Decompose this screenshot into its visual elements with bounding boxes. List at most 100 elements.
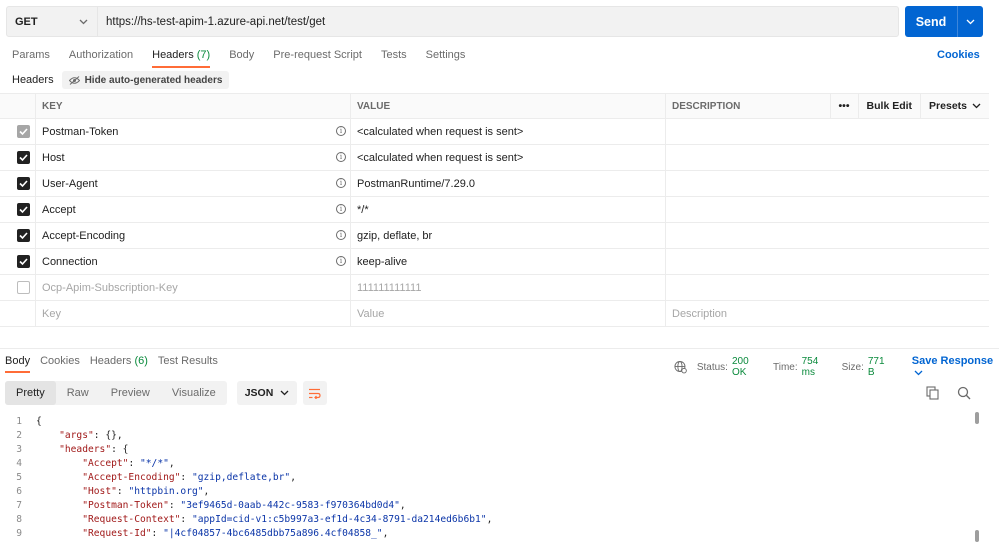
row-checkbox[interactable] bbox=[17, 281, 30, 294]
check-column-header bbox=[0, 94, 35, 118]
new-header-row: Key Value Description bbox=[0, 301, 989, 327]
copy-icon[interactable] bbox=[926, 386, 940, 400]
view-raw[interactable]: Raw bbox=[56, 381, 100, 405]
pane-divider[interactable] bbox=[0, 348, 999, 349]
header-description[interactable] bbox=[665, 119, 989, 144]
size-label: Size: bbox=[841, 361, 864, 373]
table-row: Accept i */* bbox=[0, 197, 989, 223]
description-column-header: DESCRIPTION ••• Bulk Edit Presets bbox=[665, 94, 989, 118]
tab-params[interactable]: Params bbox=[12, 48, 50, 68]
chevron-down-icon bbox=[79, 19, 88, 24]
header-description[interactable] bbox=[665, 171, 989, 196]
header-value[interactable]: 111111111111 bbox=[350, 275, 665, 300]
new-key-input[interactable]: Key bbox=[35, 301, 350, 326]
header-key: Postman-Token bbox=[42, 125, 119, 138]
chevron-down-icon bbox=[280, 390, 289, 396]
info-icon: i bbox=[336, 126, 346, 136]
header-value[interactable]: gzip, deflate, br bbox=[350, 223, 665, 248]
code-text: { bbox=[36, 415, 42, 427]
row-checkbox[interactable] bbox=[17, 151, 30, 164]
tab-headers[interactable]: Headers (7) bbox=[152, 48, 211, 68]
status-value[interactable]: 200 OK bbox=[732, 356, 763, 378]
new-value-input[interactable]: Value bbox=[350, 301, 665, 326]
table-actions: ••• Bulk Edit Presets bbox=[829, 94, 990, 118]
tab-response-body[interactable]: Body bbox=[5, 355, 31, 373]
search-icon[interactable] bbox=[957, 386, 971, 400]
presets-dropdown[interactable]: Presets bbox=[920, 94, 989, 118]
code-line: 2 "args": {}, bbox=[0, 428, 970, 442]
url-bar: GET https://hs-test-apim-1.azure-api.net… bbox=[6, 6, 899, 37]
format-select[interactable]: JSON bbox=[236, 381, 297, 405]
send-button[interactable]: Send bbox=[905, 6, 983, 37]
view-pretty[interactable]: Pretty bbox=[5, 381, 56, 405]
header-key: Ocp-Apim-Subscription-Key bbox=[42, 281, 178, 294]
check-icon bbox=[19, 154, 28, 162]
code-text: "headers": { bbox=[59, 443, 129, 455]
more-options-button[interactable]: ••• bbox=[829, 94, 858, 118]
headers-table: KEY VALUE DESCRIPTION ••• Bulk Edit Pres… bbox=[0, 93, 989, 327]
table-row: Connection i keep-alive bbox=[0, 249, 989, 275]
row-checkbox[interactable] bbox=[17, 125, 30, 138]
header-value[interactable]: PostmanRuntime/7.29.0 bbox=[350, 171, 665, 196]
send-options-button[interactable] bbox=[957, 6, 983, 37]
header-description[interactable] bbox=[665, 275, 989, 300]
code-text: "Accept-Encoding": "gzip,deflate,br", bbox=[82, 471, 296, 483]
tab-tests[interactable]: Tests bbox=[381, 48, 407, 68]
vertical-scrollbar-thumb[interactable] bbox=[975, 530, 979, 542]
response-tabs: Body Cookies Headers (6) Test Results bbox=[5, 355, 228, 373]
line-number: 8 bbox=[16, 514, 22, 526]
key-column-header: KEY bbox=[35, 94, 350, 118]
view-visualize[interactable]: Visualize bbox=[161, 381, 227, 405]
code-line: 4 "Accept": "*/*", bbox=[0, 456, 970, 470]
method-select[interactable]: GET bbox=[7, 7, 98, 36]
vertical-scrollbar[interactable] bbox=[975, 412, 979, 424]
code-line: 6 "Host": "httpbin.org", bbox=[0, 484, 970, 498]
header-key: Host bbox=[42, 151, 65, 164]
header-description[interactable] bbox=[665, 223, 989, 248]
line-number: 1 bbox=[16, 415, 22, 427]
check-icon bbox=[19, 232, 28, 240]
code-text: "Request-Id": "|4cf04857-4bc6485dbb75a89… bbox=[82, 528, 389, 540]
header-key: Accept bbox=[42, 203, 76, 216]
header-value[interactable]: <calculated when request is sent> bbox=[350, 145, 665, 170]
header-description[interactable] bbox=[665, 197, 989, 222]
headers-count: (7) bbox=[196, 49, 211, 61]
table-row: Host i <calculated when request is sent> bbox=[0, 145, 989, 171]
header-description[interactable] bbox=[665, 249, 989, 274]
header-value[interactable]: <calculated when request is sent> bbox=[350, 119, 665, 144]
tab-response-headers[interactable]: Headers (6) bbox=[90, 355, 148, 373]
save-response-button[interactable]: Save Response bbox=[912, 355, 999, 379]
check-icon bbox=[19, 128, 28, 136]
tab-test-results[interactable]: Test Results bbox=[158, 355, 218, 373]
time-value[interactable]: 754 ms bbox=[802, 356, 832, 378]
row-checkbox[interactable] bbox=[17, 177, 30, 190]
code-line: 9 "Request-Id": "|4cf04857-4bc6485dbb75a… bbox=[0, 527, 970, 541]
response-status-bar: Status: 200 OK Time: 754 ms Size: 771 B … bbox=[674, 355, 999, 379]
bulk-edit-button[interactable]: Bulk Edit bbox=[857, 94, 921, 118]
header-value[interactable]: */* bbox=[350, 197, 665, 222]
response-headers-count: (6) bbox=[134, 355, 148, 367]
header-value[interactable]: keep-alive bbox=[350, 249, 665, 274]
info-icon: i bbox=[336, 256, 346, 266]
tab-settings[interactable]: Settings bbox=[426, 48, 466, 68]
globe-icon[interactable] bbox=[674, 360, 687, 374]
size-value[interactable]: 771 B bbox=[868, 356, 892, 378]
row-checkbox[interactable] bbox=[17, 203, 30, 216]
view-preview[interactable]: Preview bbox=[100, 381, 161, 405]
header-description[interactable] bbox=[665, 145, 989, 170]
tab-authorization[interactable]: Authorization bbox=[69, 48, 133, 68]
new-description-input[interactable]: Description bbox=[665, 301, 989, 326]
cookies-link[interactable]: Cookies bbox=[937, 49, 980, 61]
table-header-row: KEY VALUE DESCRIPTION ••• Bulk Edit Pres… bbox=[0, 93, 989, 119]
url-input[interactable]: https://hs-test-apim-1.azure-api.net/tes… bbox=[98, 16, 325, 28]
row-checkbox[interactable] bbox=[17, 229, 30, 242]
tab-response-cookies[interactable]: Cookies bbox=[40, 355, 80, 373]
wrap-lines-button[interactable] bbox=[302, 381, 327, 405]
tab-body[interactable]: Body bbox=[229, 48, 254, 68]
hide-auto-headers-button[interactable]: Hide auto-generated headers bbox=[61, 71, 230, 89]
send-label: Send bbox=[915, 14, 947, 29]
line-number: 5 bbox=[16, 471, 22, 483]
tab-pre-request-script[interactable]: Pre-request Script bbox=[273, 48, 362, 68]
response-body-code[interactable]: 1{2 "args": {}, 3 "headers": {4 "Accept":… bbox=[0, 414, 970, 541]
row-checkbox[interactable] bbox=[17, 255, 30, 268]
